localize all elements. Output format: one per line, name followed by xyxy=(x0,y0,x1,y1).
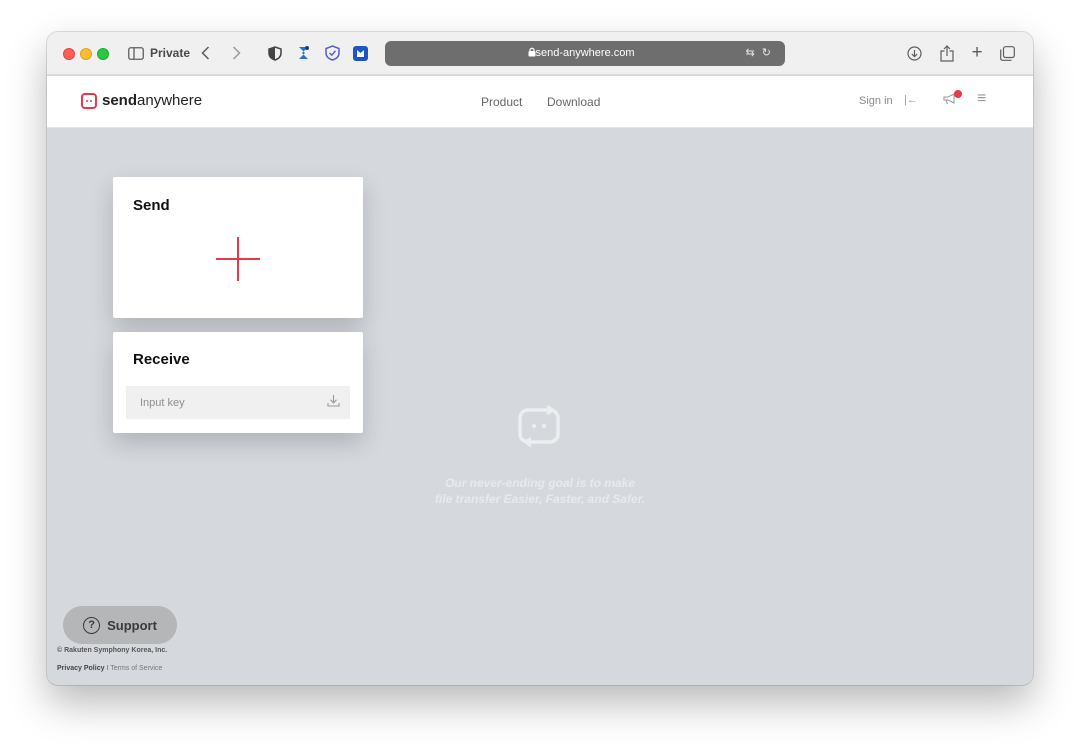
extension-blue-icon[interactable] xyxy=(351,42,369,64)
input-key-field[interactable] xyxy=(126,386,350,419)
question-icon: ? xyxy=(83,616,101,634)
copyright-text: © Rakuten Symphony Korea, Inc. xyxy=(57,647,168,654)
send-card[interactable]: Send xyxy=(113,177,363,318)
support-button[interactable]: ? Support xyxy=(63,606,177,644)
download-icon[interactable] xyxy=(905,42,923,64)
slogan-text: Our never-ending goal is to make file tr… xyxy=(377,475,703,507)
shield-check-icon[interactable] xyxy=(323,42,341,64)
signin-link[interactable]: Sign in xyxy=(859,95,893,107)
reload-icon[interactable]: ↻ xyxy=(762,47,773,59)
menu-icon[interactable]: ≡ xyxy=(977,90,986,108)
logo-text-light: anywhere xyxy=(137,92,203,109)
private-label: Private xyxy=(150,46,191,60)
notification-dot xyxy=(954,90,962,98)
new-tab-icon[interactable]: + xyxy=(968,42,986,64)
receive-card: Receive xyxy=(113,332,363,433)
site-header: sendanywhere Product Download Sign in |←… xyxy=(47,76,1033,128)
zoom-window-button[interactable] xyxy=(97,48,109,60)
add-file-plus-icon[interactable] xyxy=(216,237,260,281)
nav-product-link[interactable]: Product xyxy=(481,95,522,109)
logo-icon xyxy=(81,92,97,109)
footer-separator: I xyxy=(106,665,109,672)
support-label: Support xyxy=(107,617,157,633)
send-title: Send xyxy=(133,197,170,214)
forward-icon[interactable] xyxy=(229,42,243,64)
slogan-line-2: file transfer Easier, Faster, and Safer. xyxy=(434,492,646,506)
tabs-overview-icon[interactable] xyxy=(998,42,1016,64)
privacy-shield-icon[interactable] xyxy=(267,42,283,64)
slogan-line-1: Our never-ending goal is to make xyxy=(444,476,636,490)
translate-icon[interactable]: ⇆ xyxy=(746,47,757,59)
back-icon[interactable] xyxy=(198,42,212,64)
nav-download-link[interactable]: Download xyxy=(547,95,600,109)
signin-arrow-icon[interactable]: |← xyxy=(904,94,918,106)
url-text: send-anywhere.com xyxy=(535,47,635,59)
receive-download-icon[interactable] xyxy=(327,394,340,410)
browser-toolbar: Private send-anywhere.com ⇆ ↻ + xyxy=(47,32,1033,75)
footer-links: Privacy Policy I Terms of Service xyxy=(57,665,162,672)
terms-of-service-link[interactable]: Terms of Service xyxy=(110,665,162,672)
share-icon[interactable] xyxy=(938,42,956,64)
sendanywhere-logo[interactable]: sendanywhere xyxy=(81,92,202,109)
close-window-button[interactable] xyxy=(63,48,75,60)
sendanywhere-watermark-icon xyxy=(517,404,561,448)
sidebar-icon[interactable] xyxy=(127,42,145,64)
browser-window: Private send-anywhere.com ⇆ ↻ + sendanyw… xyxy=(47,32,1033,685)
minimize-window-button[interactable] xyxy=(80,48,92,60)
address-bar[interactable]: send-anywhere.com ⇆ ↻ xyxy=(385,41,785,66)
logo-text-bold: send xyxy=(102,92,138,109)
extension-icon[interactable] xyxy=(295,42,313,64)
receive-title: Receive xyxy=(133,351,190,368)
privacy-policy-link[interactable]: Privacy Policy xyxy=(57,665,104,672)
